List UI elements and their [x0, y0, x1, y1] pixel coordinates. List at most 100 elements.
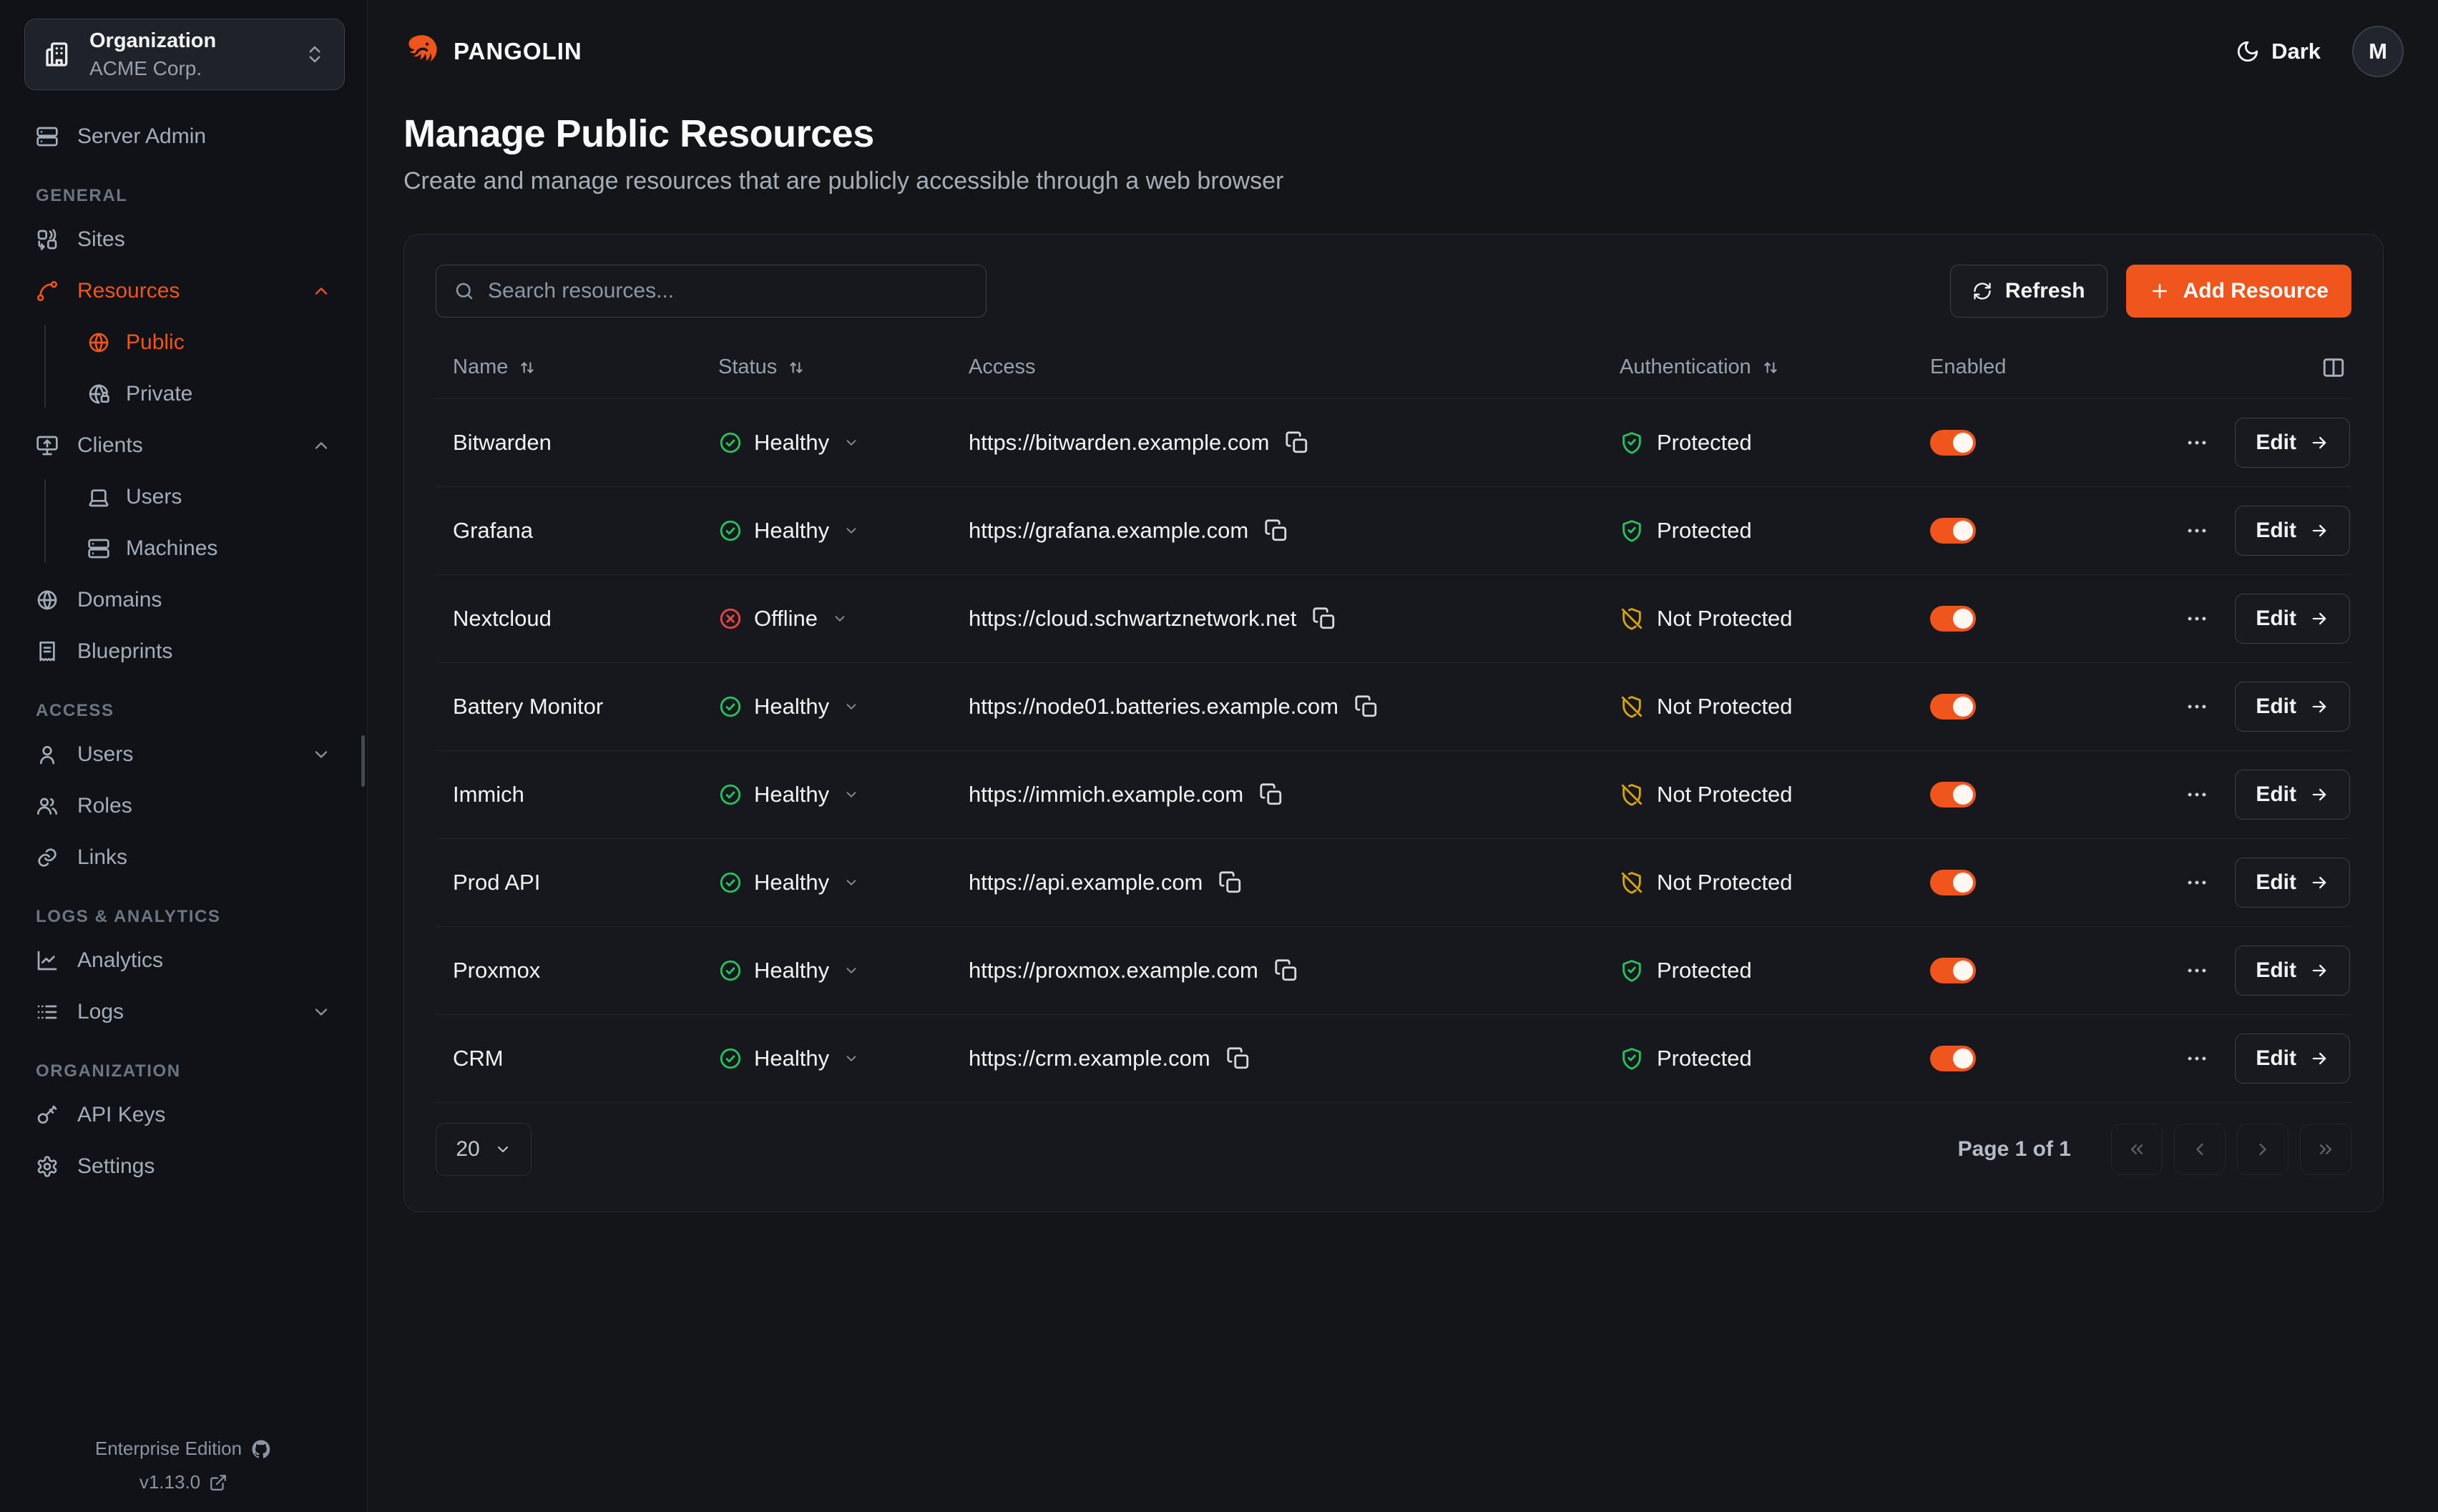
copy-url-button[interactable] — [1285, 431, 1309, 455]
sidebar-item-links[interactable]: Links — [19, 835, 348, 880]
edit-button[interactable]: Edit — [2235, 1034, 2350, 1084]
sidebar-item-users[interactable]: Users — [19, 732, 348, 777]
copy-url-button[interactable] — [1264, 519, 1288, 543]
edit-button[interactable]: Edit — [2235, 506, 2350, 556]
row-menu-button[interactable] — [2180, 694, 2213, 719]
sidebar-item-sites[interactable]: Sites — [19, 217, 348, 262]
row-menu-button[interactable] — [2180, 1046, 2213, 1071]
enabled-toggle[interactable] — [1930, 430, 1976, 456]
arrow-right-icon — [2309, 1049, 2329, 1069]
brand[interactable]: PANGOLIN — [403, 33, 582, 70]
row-menu-button[interactable] — [2180, 607, 2213, 631]
sidebar-item-roles[interactable]: Roles — [19, 784, 348, 828]
sites-icon — [36, 228, 59, 251]
copy-url-button[interactable] — [1312, 607, 1336, 631]
row-menu-button[interactable] — [2180, 782, 2213, 807]
column-options[interactable] — [2180, 355, 2351, 380]
column-header-status[interactable]: Status — [718, 355, 969, 379]
circle-check-icon — [718, 694, 743, 719]
add-resource-button[interactable]: Add Resource — [2126, 265, 2351, 318]
enabled-toggle[interactable] — [1930, 518, 1976, 544]
github-icon[interactable] — [250, 1438, 272, 1460]
status-dropdown[interactable]: Offline — [718, 606, 969, 632]
sidebar-item-public[interactable]: Public — [70, 320, 348, 365]
resources-icon — [36, 280, 59, 303]
status-dropdown[interactable]: Healthy — [718, 694, 969, 720]
copy-icon — [1226, 1046, 1250, 1071]
edit-button[interactable]: Edit — [2235, 682, 2350, 732]
edit-button[interactable]: Edit — [2235, 594, 2350, 644]
sidebar-item-server-admin[interactable]: Server Admin — [19, 114, 348, 159]
prev-page-button[interactable] — [2174, 1124, 2226, 1175]
status-dropdown[interactable]: Healthy — [718, 430, 969, 456]
laptop-icon — [87, 486, 110, 509]
column-header-authentication[interactable]: Authentication — [1620, 355, 1930, 379]
edit-button[interactable]: Edit — [2235, 770, 2350, 820]
chevron-left-icon — [2190, 1139, 2210, 1159]
sidebar-item-machines[interactable]: Machines — [70, 526, 348, 571]
avatar[interactable]: M — [2352, 26, 2404, 77]
copy-url-button[interactable] — [1218, 870, 1243, 895]
ellipsis-icon — [2185, 782, 2209, 807]
status-dropdown[interactable]: Healthy — [718, 870, 969, 895]
page-subtitle: Create and manage resources that are pub… — [403, 167, 2402, 195]
resource-url: https://crm.example.com — [969, 1046, 1210, 1071]
table-row: Grafana Healthy https://grafana.example.… — [436, 487, 2351, 575]
search-input[interactable] — [488, 279, 969, 303]
last-page-button[interactable] — [2300, 1124, 2351, 1175]
enabled-toggle[interactable] — [1930, 958, 1976, 983]
sidebar-item-blueprints[interactable]: Blueprints — [19, 629, 348, 674]
copy-url-button[interactable] — [1354, 694, 1379, 719]
first-page-button[interactable] — [2111, 1124, 2163, 1175]
sidebar: Organization ACME Corp. Server Admin GEN… — [0, 0, 368, 1512]
chevron-down-icon — [843, 523, 859, 539]
enabled-toggle[interactable] — [1930, 1046, 1976, 1071]
table-row: CRM Healthy https://crm.example.com — [436, 1015, 2351, 1103]
table-row: Proxmox Healthy https://proxmox.example.… — [436, 927, 2351, 1015]
shield-off-icon — [1620, 694, 1644, 719]
sidebar-item-private[interactable]: Private — [70, 372, 348, 416]
sidebar-item-client-users[interactable]: Users — [70, 475, 348, 519]
sidebar-item-api-keys[interactable]: API Keys — [19, 1093, 348, 1137]
ellipsis-icon — [2185, 1046, 2209, 1071]
copy-url-button[interactable] — [1259, 782, 1283, 807]
enabled-toggle[interactable] — [1930, 606, 1976, 632]
refresh-button[interactable]: Refresh — [1950, 265, 2107, 318]
next-page-button[interactable] — [2237, 1124, 2288, 1175]
column-header-name[interactable]: Name — [436, 355, 718, 379]
row-menu-button[interactable] — [2180, 958, 2213, 983]
row-menu-button[interactable] — [2180, 431, 2213, 455]
copy-icon — [1285, 431, 1309, 455]
status-dropdown[interactable]: Healthy — [718, 518, 969, 544]
sidebar-scrollbar-thumb[interactable] — [361, 735, 365, 787]
chevrons-right-icon — [2316, 1139, 2336, 1159]
edit-button[interactable]: Edit — [2235, 858, 2350, 908]
external-link-icon[interactable] — [209, 1473, 227, 1492]
page-size-select[interactable]: 20 — [436, 1123, 532, 1176]
sidebar-item-clients[interactable]: Clients — [19, 423, 348, 468]
enabled-toggle[interactable] — [1930, 694, 1976, 720]
sidebar-item-domains[interactable]: Domains — [19, 578, 348, 622]
edit-button[interactable]: Edit — [2235, 418, 2350, 468]
enabled-toggle[interactable] — [1930, 782, 1976, 807]
copy-url-button[interactable] — [1226, 1046, 1250, 1071]
sidebar-item-settings[interactable]: Settings — [19, 1144, 348, 1189]
copy-url-button[interactable] — [1274, 958, 1298, 983]
copy-icon — [1218, 870, 1243, 895]
enabled-toggle[interactable] — [1930, 870, 1976, 895]
sidebar-item-logs[interactable]: Logs — [19, 990, 348, 1034]
row-menu-button[interactable] — [2180, 870, 2213, 895]
status-dropdown[interactable]: Healthy — [718, 782, 969, 807]
edit-button[interactable]: Edit — [2235, 946, 2350, 996]
chevrons-left-icon — [2127, 1139, 2147, 1159]
status-dropdown[interactable]: Healthy — [718, 1046, 969, 1071]
theme-toggle[interactable]: Dark — [2236, 39, 2321, 64]
status-dropdown[interactable]: Healthy — [718, 958, 969, 983]
status-label: Healthy — [754, 870, 829, 895]
row-menu-button[interactable] — [2180, 519, 2213, 543]
sidebar-item-analytics[interactable]: Analytics — [19, 938, 348, 983]
org-selector[interactable]: Organization ACME Corp. — [24, 19, 345, 90]
chevron-down-icon — [843, 699, 859, 715]
sidebar-item-resources[interactable]: Resources — [19, 269, 348, 313]
table-footer: 20 Page 1 of 1 — [436, 1123, 2351, 1176]
